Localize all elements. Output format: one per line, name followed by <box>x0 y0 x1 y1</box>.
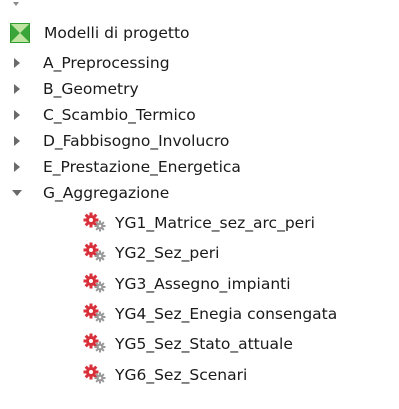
tree-item-d-fabbisogno-involucro[interactable]: D_Fabbisogno_Involucro <box>12 128 229 154</box>
tree-item-yg1[interactable]: YG1_Matrice_sez_arc_peri <box>83 210 315 236</box>
gears-model-icon <box>83 303 106 323</box>
expand-arrow-icon[interactable] <box>12 102 30 128</box>
tree-item-label: YG6_Sez_Scenari <box>115 366 248 384</box>
tree-item-label: D_Fabbisogno_Involucro <box>43 132 230 150</box>
tree-item-label: YG4_Sez_Enegia consengata <box>115 305 338 323</box>
tree-item-yg5[interactable]: YG5_Sez_Stato_attuale <box>83 331 293 357</box>
gears-model-icon <box>83 333 106 353</box>
gears-model-icon <box>83 364 106 384</box>
tree-item-label: YG5_Sez_Stato_attuale <box>115 335 293 353</box>
tree-item-yg6[interactable]: YG6_Sez_Scenari <box>83 362 247 388</box>
expand-arrow-icon[interactable] <box>12 154 30 180</box>
model-tree: Modelli di progetto A_Preprocessing B_Ge… <box>0 0 399 409</box>
tree-item-g-aggregazione[interactable]: G_Aggregazione <box>12 180 169 206</box>
expand-arrow-icon[interactable] <box>12 50 30 76</box>
tree-item-label: G_Aggregazione <box>43 184 170 202</box>
tree-item-label: YG2_Sez_peri <box>115 244 220 262</box>
tree-item-yg4[interactable]: YG4_Sez_Enegia consengata <box>83 301 337 327</box>
tree-root-modelli[interactable]: Modelli di progetto <box>10 20 190 46</box>
tree-item-yg2[interactable]: YG2_Sez_peri <box>83 240 219 266</box>
tree-item-yg3[interactable]: YG3_Assegno_impianti <box>83 271 291 297</box>
expand-arrow-icon[interactable] <box>12 128 30 154</box>
tree-item-c-scambio-termico[interactable]: C_Scambio_Termico <box>12 102 196 128</box>
scroll-up-indicator[interactable] <box>13 2 19 6</box>
tree-item-a-preprocessing[interactable]: A_Preprocessing <box>12 50 170 76</box>
tree-item-e-prestazione-energetica[interactable]: E_Prestazione_Energetica <box>12 154 241 180</box>
tree-root-label: Modelli di progetto <box>44 24 190 42</box>
tree-item-b-geometry[interactable]: B_Geometry <box>12 76 139 102</box>
gears-model-icon <box>83 273 106 293</box>
model-group-icon <box>10 23 30 43</box>
tree-item-label: YG1_Matrice_sez_arc_peri <box>115 214 315 232</box>
tree-item-label: C_Scambio_Termico <box>43 106 196 124</box>
collapse-arrow-icon[interactable] <box>12 180 30 206</box>
tree-item-label: B_Geometry <box>43 80 139 98</box>
gears-model-icon <box>83 212 106 232</box>
tree-item-label: E_Prestazione_Energetica <box>43 158 241 176</box>
tree-item-label: A_Preprocessing <box>43 54 170 72</box>
tree-item-label: YG3_Assegno_impianti <box>115 275 291 293</box>
gears-model-icon <box>83 242 106 262</box>
expand-arrow-icon[interactable] <box>12 76 30 102</box>
